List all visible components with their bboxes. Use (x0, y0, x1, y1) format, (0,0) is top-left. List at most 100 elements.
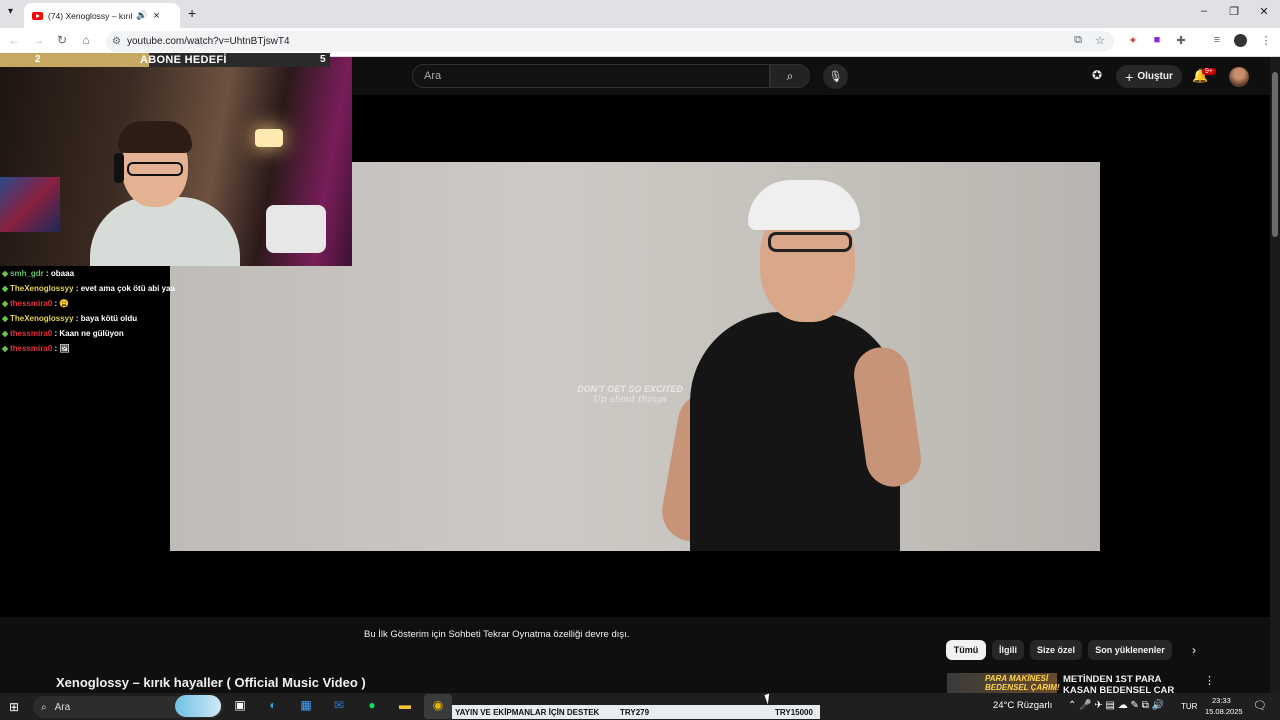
goal-title: ABONE HEDEFİ (140, 54, 227, 66)
thumb-text-line: PARA MAKİNESİ (985, 674, 1049, 683)
browser-tab[interactable]: (74) Xenoglossy – kırık hayal 🔊 × (24, 3, 180, 28)
browser-menu-icon[interactable]: ⋮ (1258, 34, 1274, 47)
profile-avatar[interactable] (1234, 34, 1247, 47)
extensions-puzzle-icon[interactable]: ✚ (1173, 34, 1189, 47)
create-label: Oluştur (1137, 71, 1173, 82)
tab-title: (74) Xenoglossy – kırık hayal (48, 10, 132, 21)
task-view-icon[interactable]: ▣ (230, 698, 250, 712)
recommendation-thumb-text: PARA MAKİNESİ BEDENSEL ÇARIM! (985, 674, 1060, 692)
chat-message: ◆ thessmira0 : 🖼 (2, 344, 70, 353)
streamer-hair (118, 121, 192, 153)
thumb-text-line: BEDENSEL ÇARIM! (985, 683, 1060, 692)
chrome-icon[interactable]: ◉ (428, 698, 448, 712)
reload-button[interactable]: ↻ (54, 33, 70, 47)
chat-username: thessmira0 (10, 299, 53, 308)
address-bar[interactable]: ⚙ youtube.com/watch?v=UhtnBTjswT4 (106, 31, 1114, 52)
minimize-button[interactable]: – (1194, 5, 1214, 17)
new-tab-button[interactable]: + (188, 5, 196, 21)
home-icon[interactable]: ⌂ (78, 33, 94, 47)
chat-message: ◆ thessmira0 : Kaan ne gülüyon (2, 329, 124, 338)
chat-badge-icon: ◆ (2, 284, 9, 293)
shirt-text: DON'T GET SO EXCITED (577, 384, 683, 394)
search-highlight-image (175, 695, 221, 717)
chip-for-you[interactable]: Size özel (1030, 640, 1082, 660)
notification-badge: 9+ (1202, 68, 1216, 75)
forward-button[interactable]: → (30, 33, 46, 47)
close-tab-icon[interactable]: × (153, 10, 159, 22)
clock-date[interactable]: 15.08.2025 (1205, 707, 1243, 716)
clock-time[interactable]: 23:33 (1212, 696, 1231, 705)
store-icon[interactable]: ▦ (296, 698, 316, 712)
chat-username: TheXenoglossyy (10, 314, 74, 323)
chat-message: ◆ TheXenoglossyy : evet ama çok ötü abi y… (2, 284, 175, 293)
scrollbar-thumb[interactable] (1272, 72, 1278, 237)
webcam-overlay (0, 57, 352, 266)
streamer-glasses (127, 162, 183, 176)
create-button[interactable]: + Oluştur (1116, 65, 1182, 88)
plus-icon: + (1125, 68, 1134, 85)
url-text: youtube.com/watch?v=UhtnBTjswT4 (126, 36, 290, 47)
chat-badge-icon: ◆ (2, 314, 9, 323)
back-button[interactable]: ← (6, 33, 22, 47)
donation-amount: TRY279 (620, 708, 650, 717)
chat-text: Kaan ne gülüyon (59, 329, 124, 338)
search-icon: ⌕ (786, 68, 794, 83)
weather-widget[interactable]: 24°C Rüzgarlı (993, 700, 1052, 711)
donation-amount: TRY15000 (775, 708, 813, 717)
background-monitor (0, 177, 60, 232)
outlook-icon[interactable]: ✉ (329, 698, 349, 712)
microphone-icon: 🎙 (828, 71, 843, 83)
goal-target: 5 (320, 54, 326, 65)
file-explorer-icon[interactable]: ▬ (395, 698, 415, 712)
maximize-button[interactable]: ❐ (1224, 5, 1244, 18)
edge-icon[interactable]: ◐ (263, 698, 283, 712)
site-info-icon[interactable]: ⚙ (112, 36, 121, 47)
system-tray-icons[interactable]: ⌃ 🎤 ✈ ▤ ☁ ✎ ⧉ 🔊 (1068, 700, 1164, 711)
search-input[interactable]: Ara (412, 64, 770, 88)
chat-message: ◆ TheXenoglossyy : baya kötü oldu (2, 314, 138, 323)
shirt-subtext: Up about things (593, 395, 667, 405)
account-avatar[interactable] (1229, 67, 1249, 87)
audio-playing-icon[interactable]: 🔊 (136, 10, 147, 21)
chat-text: baya kötü oldu (80, 314, 138, 323)
extension-fox-icon[interactable]: ✦ (1125, 34, 1141, 47)
chat-message: ◆ smh_gdr : obaaa (2, 269, 75, 278)
search-button[interactable]: ⌕ (770, 64, 810, 88)
youtube-favicon-icon (32, 11, 43, 20)
chat-username: thessmira0 (10, 344, 53, 353)
video-person-cap (748, 180, 860, 230)
taskbar-search-placeholder: Ara (54, 701, 71, 713)
chat-text: 🖼 (59, 344, 70, 353)
chat-username: smh_gdr (10, 269, 44, 278)
extension-purple-icon[interactable]: ■ (1149, 34, 1165, 46)
spotify-icon[interactable]: ● (362, 698, 382, 712)
stream-chat-overlay: ◆ smh_gdr : obaaa ◆ TheXenoglossyy : evet … (2, 268, 182, 358)
chip-related[interactable]: İlgili (992, 640, 1024, 660)
chip-recently-uploaded[interactable]: Son yüklenenler (1088, 640, 1172, 660)
notifications-icon[interactable]: 🗨 (1253, 699, 1267, 712)
install-app-icon[interactable]: ⧉ (1070, 34, 1086, 47)
chevron-right-icon[interactable]: › (1192, 643, 1196, 657)
chat-badge-icon: ◆ (2, 329, 9, 338)
goal-current: 2 (35, 54, 41, 65)
chip-all[interactable]: Tümü (946, 640, 986, 660)
chat-text: 😩 (59, 299, 70, 308)
chat-text: evet ama çok ötü abi yaa (80, 284, 175, 293)
chat-message: ◆ thessmira0 : 😩 (2, 299, 70, 308)
chat-badge-icon: ◆ (2, 344, 9, 353)
search-placeholder: Ara (424, 70, 442, 82)
bookmark-star-icon[interactable]: ☆ (1092, 34, 1108, 47)
streamer-shirt (90, 197, 240, 266)
chat-disabled-notice: Bu İlk Gösterim için Sohbeti Tekrar Oyna… (364, 629, 630, 640)
voice-search-button[interactable]: 🎙 (823, 64, 848, 89)
background-pillow (266, 205, 326, 253)
close-window-button[interactable]: ✕ (1254, 5, 1274, 18)
more-options-icon[interactable]: ⋮ (1204, 674, 1215, 687)
chat-badge-icon: ◆ (2, 269, 9, 278)
windows-start-icon[interactable]: ⊞ (9, 700, 19, 714)
reading-list-icon[interactable]: ≡ (1209, 34, 1225, 46)
headset (114, 153, 124, 183)
tab-list-icon[interactable]: ▾ (8, 6, 13, 17)
premium-feature-icon[interactable]: ✪ (1092, 68, 1102, 82)
language-indicator[interactable]: TUR (1181, 702, 1197, 711)
